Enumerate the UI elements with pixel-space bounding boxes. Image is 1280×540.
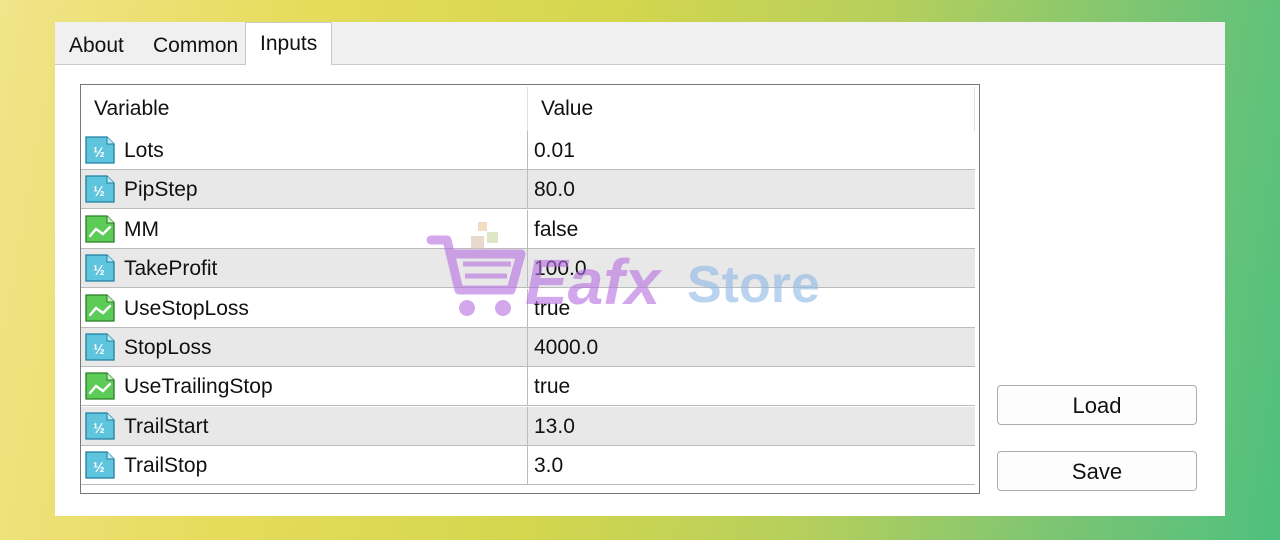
svg-text:½: ½ bbox=[93, 459, 105, 475]
value-cell[interactable]: 80.0 bbox=[527, 170, 975, 209]
numeric-value-icon: ½ bbox=[84, 333, 116, 361]
table-row[interactable]: MM false bbox=[81, 209, 975, 249]
svg-text:½: ½ bbox=[93, 341, 105, 357]
table-row[interactable]: ½ TrailStart 13.0 bbox=[81, 406, 975, 446]
variable-cell[interactable]: UseStopLoss bbox=[81, 289, 527, 327]
value-cell[interactable]: true bbox=[527, 367, 975, 406]
variable-name: PipStep bbox=[124, 178, 198, 202]
variable-cell[interactable]: ½ TakeProfit bbox=[81, 249, 527, 287]
numeric-value-icon: ½ bbox=[84, 175, 116, 204]
table-row[interactable]: ½ TrailStop 3.0 bbox=[81, 446, 975, 486]
variable-cell[interactable]: ½ TrailStart bbox=[81, 407, 527, 445]
variable-cell[interactable]: ½ PipStep bbox=[81, 170, 527, 208]
numeric-value-icon: ½ bbox=[84, 412, 116, 440]
table-row[interactable]: ½ Lots 0.01 bbox=[81, 131, 975, 170]
table-row[interactable]: ½ TakeProfit 100.0 bbox=[81, 249, 975, 289]
value-cell[interactable]: 100.0 bbox=[527, 249, 975, 288]
variable-name: TrailStart bbox=[124, 414, 209, 438]
table-row[interactable]: UseStopLoss true bbox=[81, 288, 975, 328]
numeric-value-icon: ½ bbox=[84, 254, 116, 282]
variable-name: TakeProfit bbox=[124, 257, 218, 281]
variable-name: Lots bbox=[124, 139, 164, 162]
numeric-value-icon: ½ bbox=[84, 136, 116, 164]
header-divider bbox=[974, 87, 975, 131]
table-row[interactable]: ½ PipStep 80.0 bbox=[81, 170, 975, 210]
boolean-value-icon bbox=[84, 215, 116, 243]
inputs-panel: Variable Value ½ Lots 0.01 ½ PipStep 80.0 MM fa… bbox=[55, 64, 1225, 516]
value-cell[interactable]: 0.01 bbox=[527, 131, 975, 169]
tab-common[interactable]: Common bbox=[139, 26, 252, 64]
variable-cell[interactable]: ½ TrailStop bbox=[81, 446, 527, 484]
value-cell[interactable]: 3.0 bbox=[527, 446, 975, 485]
variable-name: MM bbox=[124, 217, 159, 241]
variable-cell[interactable]: ½ Lots bbox=[81, 131, 527, 169]
header-divider[interactable] bbox=[527, 87, 528, 131]
table-row[interactable]: UseTrailingStop true bbox=[81, 367, 975, 407]
tab-bar: About Common Inputs bbox=[55, 22, 1225, 65]
boolean-value-icon bbox=[84, 293, 116, 322]
numeric-value-icon: ½ bbox=[84, 451, 116, 479]
value-cell[interactable]: 4000.0 bbox=[527, 328, 975, 366]
variable-cell[interactable]: MM bbox=[81, 210, 527, 248]
variable-name: StopLoss bbox=[124, 336, 212, 359]
table-row[interactable]: ½ StopLoss 4000.0 bbox=[81, 328, 975, 367]
grid-header: Variable Value bbox=[81, 85, 979, 131]
header-variable[interactable]: Variable bbox=[94, 85, 170, 131]
save-button[interactable]: Save bbox=[997, 451, 1197, 491]
header-value[interactable]: Value bbox=[541, 85, 593, 131]
inputs-grid[interactable]: Variable Value ½ Lots 0.01 ½ PipStep 80.0 MM fa… bbox=[80, 84, 980, 494]
variable-name: TrailStop bbox=[124, 454, 208, 478]
svg-text:½: ½ bbox=[93, 144, 105, 160]
variable-cell[interactable]: ½ StopLoss bbox=[81, 328, 527, 366]
tab-inputs[interactable]: Inputs bbox=[245, 22, 333, 65]
value-cell[interactable]: true bbox=[527, 288, 975, 327]
variable-name: UseStopLoss bbox=[124, 296, 249, 320]
boolean-value-icon bbox=[84, 372, 116, 401]
tab-about[interactable]: About bbox=[55, 26, 138, 64]
load-button[interactable]: Load bbox=[997, 385, 1197, 425]
expert-properties-dialog: About Common Inputs Variable Value ½ Lots… bbox=[55, 22, 1225, 516]
variable-cell[interactable]: UseTrailingStop bbox=[81, 367, 527, 405]
variable-name: UseTrailingStop bbox=[124, 375, 273, 399]
svg-text:½: ½ bbox=[93, 183, 105, 199]
svg-text:½: ½ bbox=[93, 262, 105, 278]
value-cell[interactable]: 13.0 bbox=[527, 406, 975, 445]
svg-text:½: ½ bbox=[93, 420, 105, 436]
value-cell[interactable]: false bbox=[527, 209, 975, 248]
